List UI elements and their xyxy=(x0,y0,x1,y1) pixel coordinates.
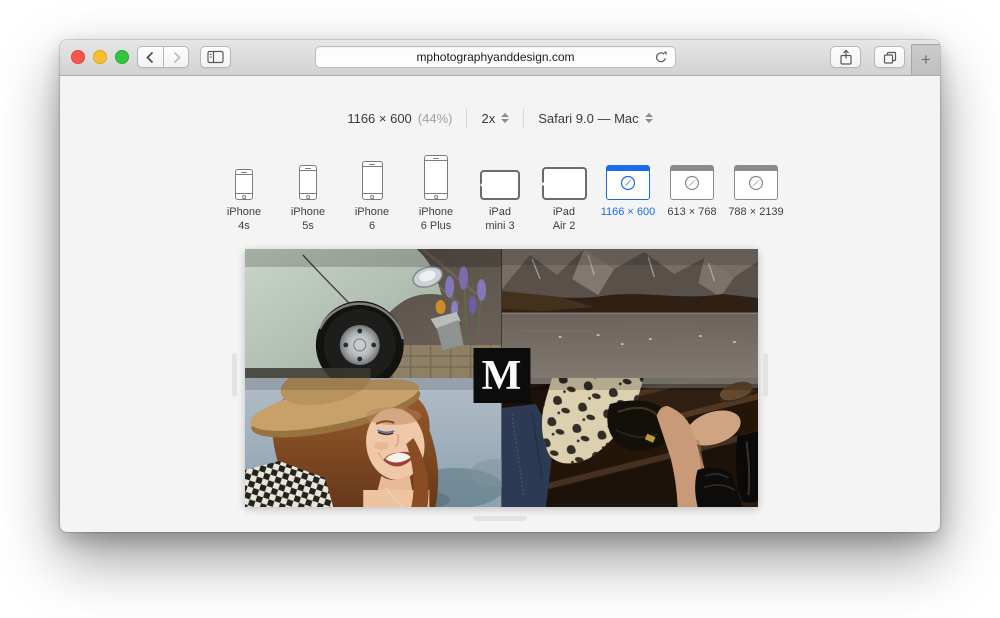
divider xyxy=(466,108,467,128)
preset-1166x600[interactable]: 1166 × 600 xyxy=(599,148,657,233)
sidebar-button[interactable] xyxy=(200,46,231,68)
compass-icon xyxy=(747,173,765,191)
viewport-dimensions: 1166 × 600 xyxy=(347,111,411,126)
stepper-chevrons-icon xyxy=(501,113,509,123)
share-button[interactable] xyxy=(830,46,861,68)
browser-toolbar: mphotographyanddesign.com + xyxy=(60,40,940,76)
plus-icon: + xyxy=(921,50,931,70)
iphone-icon xyxy=(362,161,383,200)
device-iphone-6-plus[interactable]: iPhone6 Plus xyxy=(407,148,465,233)
page-viewport: M xyxy=(245,249,758,507)
device-iphone-4s[interactable]: iPhone4s xyxy=(215,148,273,233)
device-ipad-mini-3[interactable]: iPadmini 3 xyxy=(471,148,529,233)
safari-window-icon xyxy=(734,165,778,200)
device-iphone-6[interactable]: iPhone6 xyxy=(343,148,401,233)
logo-letter: M xyxy=(482,355,522,397)
back-chevron-icon xyxy=(144,50,157,65)
device-selector-row: iPhone4s iPhone5s iPhone6 iPhone6 Plus i xyxy=(60,148,940,233)
zoom-stepper[interactable]: 2x xyxy=(481,111,509,126)
compass-icon xyxy=(619,173,637,191)
share-icon xyxy=(839,49,853,66)
safari-window-icon xyxy=(606,165,650,200)
reload-button[interactable] xyxy=(654,50,668,68)
zoom-button[interactable] xyxy=(115,50,129,64)
tab-overview-button[interactable] xyxy=(874,46,905,68)
preset-788x2139[interactable]: 788 × 2139 xyxy=(727,148,785,233)
iphone-icon xyxy=(424,155,448,200)
tab-overview-icon xyxy=(882,50,898,65)
device-iphone-5s[interactable]: iPhone5s xyxy=(279,148,337,233)
stepper-chevrons-icon xyxy=(645,113,653,123)
preset-613x768[interactable]: 613 × 768 xyxy=(663,148,721,233)
zoom-level: 2x xyxy=(481,111,495,126)
resize-handle-bottom[interactable] xyxy=(473,516,527,521)
iphone-icon xyxy=(235,169,253,200)
user-agent-label: Safari 9.0 — Mac xyxy=(538,111,638,126)
safari-window-icon xyxy=(670,165,714,200)
window-controls xyxy=(71,50,129,64)
minimize-button[interactable] xyxy=(93,50,107,64)
resize-handle-right[interactable] xyxy=(763,353,768,397)
photo-mountain-lake[interactable] xyxy=(502,249,759,378)
photo-smiling-woman[interactable] xyxy=(245,378,502,507)
photo-seated-woman-boots[interactable] xyxy=(502,378,759,507)
address-bar[interactable]: mphotographyanddesign.com xyxy=(315,46,676,68)
ipad-icon xyxy=(480,170,520,200)
device-ipad-air-2[interactable]: iPadAir 2 xyxy=(535,148,593,233)
forward-button[interactable] xyxy=(163,46,189,68)
iphone-icon xyxy=(299,165,317,200)
compass-icon xyxy=(683,173,701,191)
divider xyxy=(523,108,524,128)
close-button[interactable] xyxy=(71,50,85,64)
ipad-icon xyxy=(542,167,587,200)
rdm-status-bar: 1166 × 600 (44%) 2x Safari 9.0 — Mac xyxy=(60,108,940,128)
user-agent-selector[interactable]: Safari 9.0 — Mac xyxy=(538,111,652,126)
reload-icon xyxy=(654,50,668,65)
safari-window: mphotographyanddesign.com + xyxy=(60,40,940,532)
viewport-scale: (44%) xyxy=(418,111,453,126)
sidebar-icon xyxy=(207,50,224,64)
new-tab-button[interactable]: + xyxy=(911,44,940,75)
history-nav-group xyxy=(137,46,189,68)
back-button[interactable] xyxy=(137,46,163,68)
site-logo: M xyxy=(473,348,530,403)
forward-chevron-icon xyxy=(170,50,183,65)
url-text: mphotographyanddesign.com xyxy=(416,50,574,64)
resize-handle-left[interactable] xyxy=(232,353,237,397)
photo-vintage-car[interactable] xyxy=(245,249,502,378)
